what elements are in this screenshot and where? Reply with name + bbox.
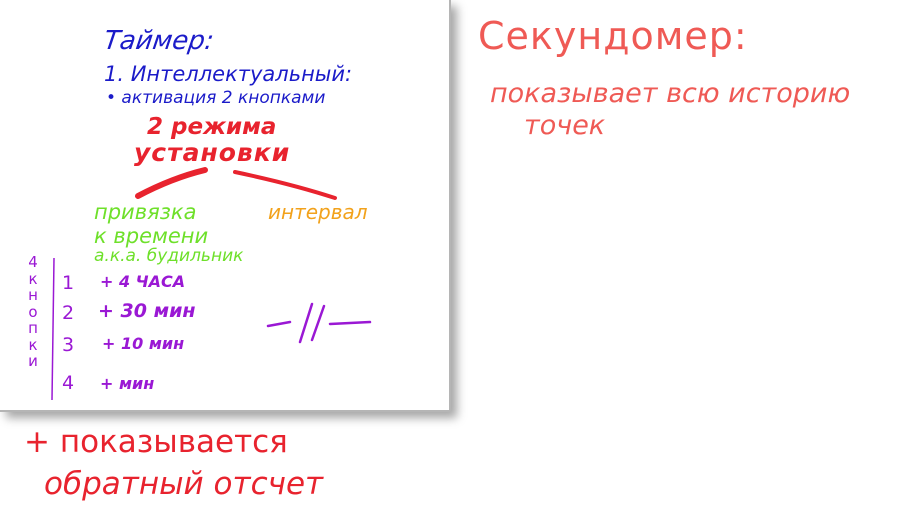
button-action-4: + мин	[100, 374, 155, 393]
stopwatch-title: Секундомер:	[478, 14, 748, 58]
button-action-1: + 4 ЧАСА	[100, 272, 186, 291]
button-action-2: + 30 мин	[98, 300, 196, 322]
timer-item-intelligent: 1. Интеллектуальный:	[104, 62, 353, 86]
button-number-3: 3	[62, 334, 75, 356]
button-number-2: 2	[62, 302, 75, 324]
modes-count-label: 2 режима	[147, 114, 277, 140]
branch-left-line2: к времени	[94, 224, 209, 248]
branch-right-label: интервал	[268, 200, 368, 224]
countdown-note-line2: обратный отсчет	[44, 466, 324, 502]
buttons-count: 4	[28, 253, 38, 271]
timer-item-activation: • активация 2 кнопками	[106, 88, 326, 108]
button-number-1: 1	[62, 272, 75, 294]
button-number-4: 4	[62, 372, 75, 394]
buttons-vertical-label: 4 к н о п к и	[24, 254, 42, 370]
buttons-letter: н	[28, 286, 38, 304]
modes-setup-label: установки	[134, 138, 291, 167]
timer-title: Таймер:	[101, 26, 216, 56]
buttons-letter: п	[28, 319, 38, 337]
branch-left-line1: привязка	[94, 200, 197, 224]
buttons-letter: о	[28, 302, 38, 321]
countdown-note-line1: + показывается	[24, 424, 288, 460]
stopwatch-desc-line2: точек	[524, 110, 606, 141]
branch-left-line3: а.к.а. будильник	[94, 246, 244, 266]
stopwatch-desc-line1: показывает всю историю	[490, 78, 851, 109]
buttons-letter: к	[28, 335, 38, 354]
button-action-3: + 10 мин	[102, 334, 185, 353]
buttons-letter: и	[28, 352, 38, 370]
buttons-letter: к	[28, 269, 38, 288]
